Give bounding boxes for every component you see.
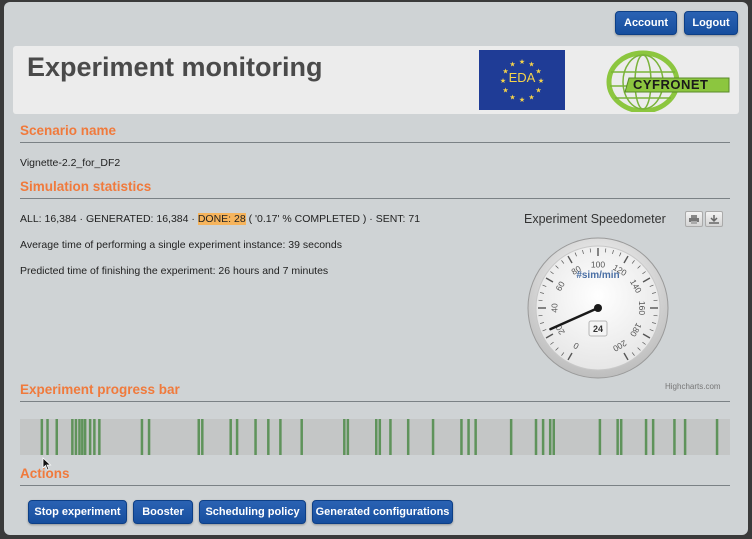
progress-done-mark bbox=[201, 419, 204, 455]
progress-done-mark bbox=[140, 419, 144, 455]
experiment-progress-bar bbox=[20, 419, 730, 455]
cyfronet-logo: CYFRONET bbox=[605, 48, 733, 114]
scenario-divider bbox=[20, 142, 730, 143]
progress-done-mark bbox=[40, 419, 44, 455]
progress-done-mark bbox=[683, 419, 687, 455]
eu-star: ★ bbox=[509, 61, 515, 69]
progress-divider bbox=[20, 401, 730, 402]
progress-done-mark bbox=[46, 419, 49, 455]
progress-done-mark bbox=[229, 419, 232, 455]
scenario-name: Vignette-2.2_for_DF2 bbox=[20, 157, 121, 169]
progress-done-mark bbox=[88, 419, 92, 455]
progress-done-mark bbox=[552, 419, 555, 455]
main-window: Account Logout Experiment monitoring ★ ★ ★… bbox=[4, 2, 748, 535]
progress-done-mark bbox=[78, 419, 81, 455]
progress-done-mark bbox=[509, 419, 513, 455]
header-banner: Experiment monitoring ★ ★ ★ ★ ★ ★ ★ ★ ★ ★ ★ ★ EDA C… bbox=[13, 46, 739, 114]
progress-done-mark bbox=[460, 419, 463, 455]
scheduling-policy-button[interactable]: Scheduling policy bbox=[199, 500, 306, 524]
download-icon[interactable] bbox=[705, 211, 723, 227]
eu-star: ★ bbox=[502, 87, 508, 95]
progress-done-mark bbox=[81, 419, 84, 455]
progress-done-mark bbox=[673, 419, 676, 455]
account-button[interactable]: Account bbox=[615, 11, 677, 35]
average-time: Average time of performing a single expe… bbox=[20, 239, 342, 251]
progress-done-mark bbox=[71, 419, 74, 455]
progress-done-mark bbox=[715, 419, 719, 455]
eda-logo: ★ ★ ★ ★ ★ ★ ★ ★ ★ ★ ★ ★ EDA bbox=[479, 50, 565, 110]
progress-done-mark bbox=[389, 419, 392, 455]
printer-icon[interactable] bbox=[685, 211, 703, 227]
progress-done-mark bbox=[616, 419, 619, 455]
progress-heading: Experiment progress bar bbox=[20, 382, 180, 397]
progress-done-mark bbox=[619, 419, 623, 455]
gauge-tick-label: 160 bbox=[637, 301, 647, 315]
gauge-unit-label: #sim/min bbox=[576, 270, 619, 281]
progress-bar-canvas bbox=[40, 419, 719, 455]
progress-done-mark bbox=[147, 419, 151, 455]
progress-done-mark bbox=[474, 419, 477, 455]
progress-done-mark bbox=[300, 419, 303, 455]
mouse-cursor-icon bbox=[42, 457, 52, 471]
progress-done-mark bbox=[651, 419, 655, 455]
logout-button[interactable]: Logout bbox=[684, 11, 738, 35]
booster-button[interactable]: Booster bbox=[133, 500, 193, 524]
progress-done-mark bbox=[431, 419, 435, 455]
progress-done-mark bbox=[467, 419, 470, 455]
speedometer-gauge: 020406080 100 120140160180200 #sim/min 24 bbox=[527, 237, 669, 379]
highcharts-credit[interactable]: Highcharts.com bbox=[665, 382, 721, 391]
progress-done-mark bbox=[375, 419, 378, 455]
gauge-tick-label: 100 bbox=[591, 259, 605, 269]
summary-suffix: ( '0.17' % COMPLETED ) · SENT: 71 bbox=[245, 213, 421, 225]
progress-done-mark bbox=[74, 419, 78, 455]
gauge-tick-label: 40 bbox=[549, 303, 559, 313]
progress-done-mark bbox=[235, 419, 239, 455]
gauge-pivot bbox=[594, 304, 602, 312]
eu-star: ★ bbox=[509, 93, 515, 101]
progress-done-mark bbox=[598, 419, 602, 455]
progress-done-mark bbox=[343, 419, 346, 455]
progress-done-mark bbox=[93, 419, 96, 455]
eu-star: ★ bbox=[519, 58, 525, 66]
progress-done-mark bbox=[548, 419, 552, 455]
actions-divider bbox=[20, 485, 730, 486]
cyfronet-logo-text: CYFRONET bbox=[633, 77, 709, 92]
statistics-divider bbox=[20, 198, 730, 199]
eda-logo-text: EDA bbox=[508, 70, 536, 85]
progress-done-mark bbox=[83, 419, 87, 455]
progress-done-mark bbox=[534, 419, 538, 455]
scenario-heading: Scenario name bbox=[20, 123, 117, 138]
statistics-summary: ALL: 16,384 · GENERATED: 16,384 · DONE: … bbox=[20, 213, 420, 225]
progress-done-mark bbox=[267, 419, 270, 455]
page-title: Experiment monitoring bbox=[27, 52, 323, 82]
progress-done-mark bbox=[541, 419, 545, 455]
progress-done-mark bbox=[346, 419, 350, 455]
speedometer-title: Experiment Speedometer bbox=[524, 212, 666, 226]
eu-star: ★ bbox=[528, 61, 534, 69]
stop-experiment-button[interactable]: Stop experiment bbox=[28, 500, 127, 524]
progress-done-mark bbox=[98, 419, 101, 455]
progress-done-mark bbox=[55, 419, 58, 455]
predicted-time: Predicted time of finishing the experime… bbox=[20, 265, 329, 277]
progress-done-mark bbox=[378, 419, 382, 455]
summary-prefix: ALL: 16,384 · GENERATED: 16,384 · bbox=[20, 213, 198, 225]
eu-star: ★ bbox=[519, 96, 525, 104]
generated-configurations-button[interactable]: Generated configurations bbox=[312, 500, 453, 524]
eu-star: ★ bbox=[535, 87, 541, 95]
progress-done-mark bbox=[279, 419, 282, 455]
statistics-heading: Simulation statistics bbox=[20, 179, 152, 194]
progress-done-mark bbox=[644, 419, 648, 455]
done-count-highlight: DONE: 28 bbox=[197, 213, 246, 225]
eu-star: ★ bbox=[528, 93, 534, 101]
progress-done-mark bbox=[406, 419, 410, 455]
progress-done-mark bbox=[197, 419, 200, 455]
gauge-value-label: 24 bbox=[593, 324, 603, 334]
progress-done-mark bbox=[254, 419, 257, 455]
